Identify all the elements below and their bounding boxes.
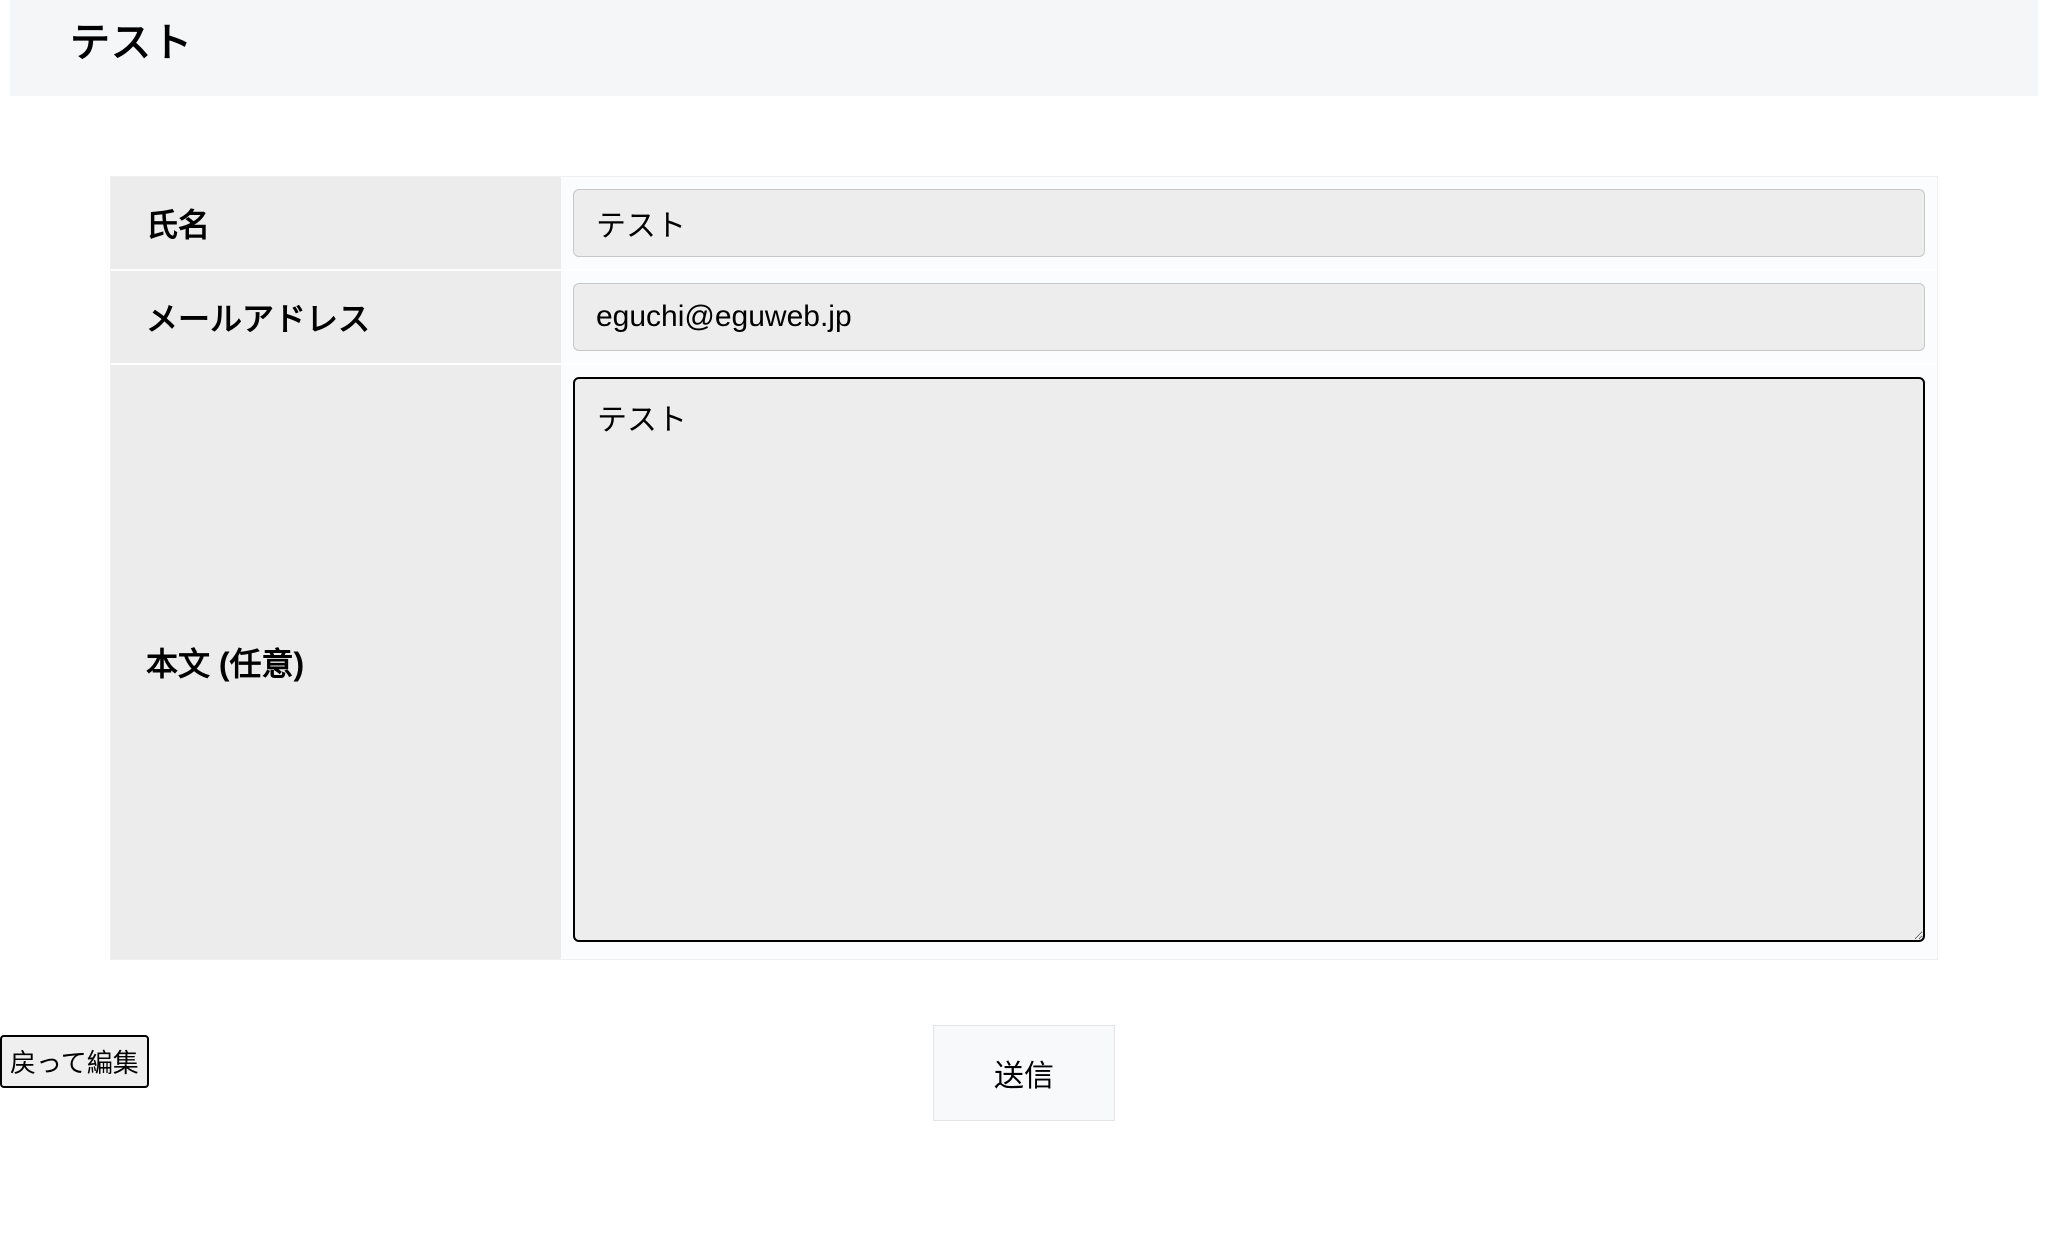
email-input[interactable] bbox=[573, 283, 1925, 351]
body-label: 本文 (任意) bbox=[111, 365, 561, 959]
email-value-cell bbox=[561, 271, 1937, 365]
name-value-cell bbox=[561, 177, 1937, 271]
form-row-email: メールアドレス bbox=[111, 271, 1937, 365]
name-label: 氏名 bbox=[111, 177, 561, 271]
submit-button[interactable]: 送信 bbox=[933, 1025, 1115, 1121]
back-button[interactable]: 戻って編集 bbox=[0, 1035, 149, 1088]
page-title: テスト bbox=[70, 10, 1978, 68]
body-value-cell: テスト bbox=[561, 365, 1937, 959]
name-input[interactable] bbox=[573, 189, 1925, 257]
email-label: メールアドレス bbox=[111, 271, 561, 365]
form-table: 氏名 メールアドレス 本文 (任意) テスト bbox=[110, 176, 1938, 960]
form-row-body: 本文 (任意) テスト bbox=[111, 365, 1937, 959]
form-row-name: 氏名 bbox=[111, 177, 1937, 271]
actions-bar: 戻って編集 送信 bbox=[0, 1025, 2048, 1115]
header-bar: テスト bbox=[10, 0, 2038, 96]
form-wrap: 氏名 メールアドレス 本文 (任意) テスト bbox=[10, 176, 2038, 960]
body-textarea[interactable]: テスト bbox=[573, 377, 1925, 942]
